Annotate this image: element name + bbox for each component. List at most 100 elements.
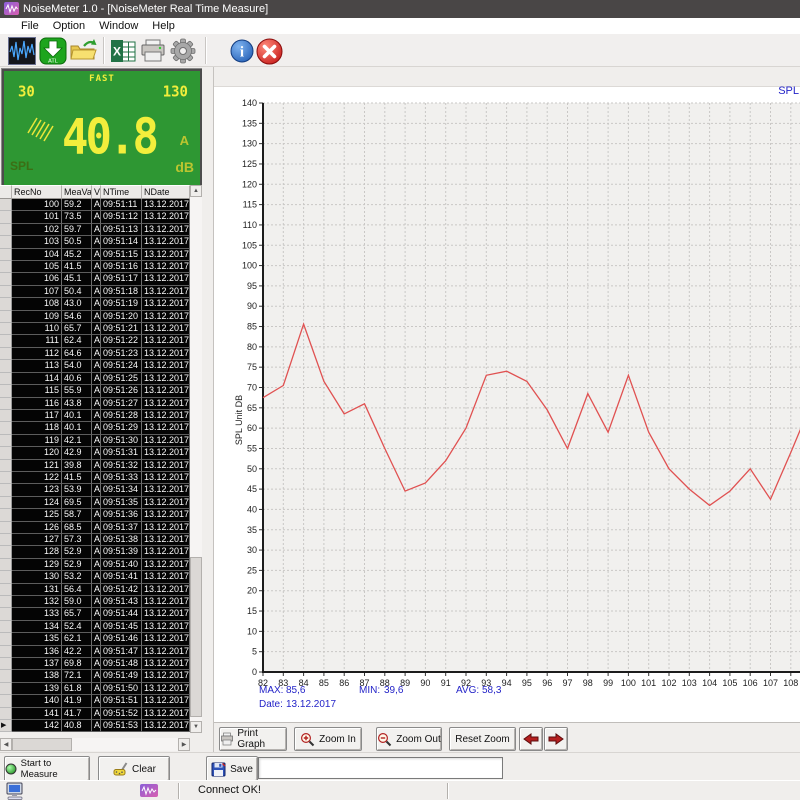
row-selector[interactable] xyxy=(0,435,12,447)
table-row[interactable]: 10541.5A09:51:1613.12.2017 xyxy=(0,261,190,273)
table-row[interactable]: 11643.8A09:51:2713.12.2017 xyxy=(0,398,190,410)
row-selector[interactable] xyxy=(0,534,12,546)
table-row[interactable]: 12852.9A09:51:3913.12.2017 xyxy=(0,546,190,558)
save-filename-input[interactable] xyxy=(258,757,503,779)
table-row[interactable]: 11740.1A09:51:2813.12.2017 xyxy=(0,410,190,422)
table-row[interactable]: 10173.5A09:51:1213.12.2017 xyxy=(0,211,190,223)
table-row[interactable]: 10350.5A09:51:1413.12.2017 xyxy=(0,236,190,248)
table-row[interactable]: 10259.7A09:51:1313.12.2017 xyxy=(0,224,190,236)
table-row[interactable]: 12042.9A09:51:3113.12.2017 xyxy=(0,447,190,459)
row-selector[interactable] xyxy=(0,273,12,285)
table-row[interactable]: ▶14240.8A09:51:5313.12.2017 xyxy=(0,720,190,732)
row-selector[interactable] xyxy=(0,224,12,236)
print-graph-button[interactable]: Print Graph xyxy=(219,727,287,751)
row-selector[interactable] xyxy=(0,658,12,670)
table-header-ndate[interactable]: NDate xyxy=(142,185,190,199)
table-header-v[interactable]: V xyxy=(92,185,101,199)
menu-help[interactable]: Help xyxy=(152,20,175,32)
table-row[interactable]: 12353.9A09:51:3413.12.2017 xyxy=(0,484,190,496)
row-selector[interactable] xyxy=(0,509,12,521)
table-row[interactable]: 10954.6A09:51:2013.12.2017 xyxy=(0,311,190,323)
row-selector[interactable] xyxy=(0,633,12,645)
row-selector[interactable] xyxy=(0,261,12,273)
row-selector[interactable] xyxy=(0,286,12,298)
row-selector[interactable] xyxy=(0,497,12,509)
table-row[interactable]: 11555.9A09:51:2613.12.2017 xyxy=(0,385,190,397)
row-selector[interactable] xyxy=(0,298,12,310)
row-selector[interactable] xyxy=(0,410,12,422)
waveform-display-icon[interactable] xyxy=(8,37,36,65)
table-scroll-up-button[interactable]: ▲ xyxy=(190,185,202,197)
start-measure-button[interactable]: Start to Measure xyxy=(4,756,90,782)
table-row[interactable]: 13156.4A09:51:4213.12.2017 xyxy=(0,584,190,596)
row-selector[interactable] xyxy=(0,608,12,620)
row-selector[interactable] xyxy=(0,484,12,496)
scroll-chart-left-button[interactable] xyxy=(519,727,543,751)
settings-gear-icon[interactable] xyxy=(169,37,197,65)
row-selector[interactable] xyxy=(0,199,12,211)
row-selector[interactable] xyxy=(0,646,12,658)
app-icon[interactable] xyxy=(4,2,19,15)
row-selector[interactable]: ▶ xyxy=(0,720,12,732)
scroll-chart-right-button[interactable] xyxy=(544,727,568,751)
row-selector[interactable] xyxy=(0,236,12,248)
panel-splitter[interactable] xyxy=(202,67,213,752)
table-row[interactable]: 10645.1A09:51:1713.12.2017 xyxy=(0,273,190,285)
table-scroll-right-button[interactable]: ▶ xyxy=(178,738,190,751)
clear-button[interactable]: Clear xyxy=(98,756,170,782)
table-row[interactable]: 12952.9A09:51:4013.12.2017 xyxy=(0,559,190,571)
table-row[interactable]: 12757.3A09:51:3813.12.2017 xyxy=(0,534,190,546)
table-row[interactable]: 10750.4A09:51:1813.12.2017 xyxy=(0,286,190,298)
row-selector[interactable] xyxy=(0,695,12,707)
row-selector[interactable] xyxy=(0,422,12,434)
save-button[interactable]: Save xyxy=(206,756,258,782)
row-selector[interactable] xyxy=(0,211,12,223)
exit-icon[interactable] xyxy=(256,38,283,65)
table-vscrollbar-thumb[interactable] xyxy=(190,557,202,717)
row-selector[interactable] xyxy=(0,348,12,360)
table-row[interactable]: 11840.1A09:51:2913.12.2017 xyxy=(0,422,190,434)
menu-option[interactable]: Option xyxy=(53,20,85,32)
reset-zoom-button[interactable]: Reset Zoom xyxy=(449,727,516,751)
row-selector[interactable] xyxy=(0,360,12,372)
info-icon[interactable]: i xyxy=(230,39,254,63)
row-selector[interactable] xyxy=(0,398,12,410)
row-selector[interactable] xyxy=(0,460,12,472)
table-row[interactable]: 13053.2A09:51:4113.12.2017 xyxy=(0,571,190,583)
table-row[interactable]: 14041.9A09:51:5113.12.2017 xyxy=(0,695,190,707)
row-selector[interactable] xyxy=(0,708,12,720)
row-selector[interactable] xyxy=(0,447,12,459)
row-selector[interactable] xyxy=(0,522,12,534)
table-header-ntime[interactable]: NTime xyxy=(101,185,142,199)
table-row[interactable]: 11162.4A09:51:2213.12.2017 xyxy=(0,335,190,347)
row-selector[interactable] xyxy=(0,472,12,484)
table-row[interactable]: 13872.1A09:51:4913.12.2017 xyxy=(0,670,190,682)
table-row[interactable]: 11942.1A09:51:3013.12.2017 xyxy=(0,435,190,447)
table-row[interactable]: 12139.8A09:51:3213.12.2017 xyxy=(0,460,190,472)
table-row[interactable]: 11354.0A09:51:2413.12.2017 xyxy=(0,360,190,372)
zoom-in-button[interactable]: Zoom In xyxy=(294,727,362,751)
row-selector[interactable] xyxy=(0,683,12,695)
table-row[interactable]: 13259.0A09:51:4313.12.2017 xyxy=(0,596,190,608)
row-selector[interactable] xyxy=(0,596,12,608)
table-header-meaval[interactable]: MeaVal xyxy=(62,185,92,199)
table-row[interactable]: 13365.7A09:51:4413.12.2017 xyxy=(0,608,190,620)
table-row[interactable]: 11065.7A09:51:2113.12.2017 xyxy=(0,323,190,335)
row-selector[interactable] xyxy=(0,621,12,633)
row-selector[interactable] xyxy=(0,323,12,335)
table-row[interactable]: 11264.6A09:51:2313.12.2017 xyxy=(0,348,190,360)
table-row[interactable]: 12668.5A09:51:3713.12.2017 xyxy=(0,522,190,534)
row-selector[interactable] xyxy=(0,385,12,397)
print-icon[interactable] xyxy=(139,37,167,65)
table-row[interactable]: 13769.8A09:51:4813.12.2017 xyxy=(0,658,190,670)
table-row[interactable]: 13562.1A09:51:4613.12.2017 xyxy=(0,633,190,645)
excel-export-icon[interactable]: X xyxy=(109,37,137,65)
open-file-icon[interactable] xyxy=(69,37,97,65)
export-measure-icon[interactable]: ATL xyxy=(39,37,67,65)
table-row[interactable]: 14141.7A09:51:5213.12.2017 xyxy=(0,708,190,720)
table-hscrollbar-thumb[interactable] xyxy=(12,738,72,751)
table-header-recno[interactable]: RecNo xyxy=(12,185,62,199)
row-selector[interactable] xyxy=(0,373,12,385)
table-row[interactable]: 12241.5A09:51:3313.12.2017 xyxy=(0,472,190,484)
zoom-out-button[interactable]: Zoom Out xyxy=(376,727,442,751)
